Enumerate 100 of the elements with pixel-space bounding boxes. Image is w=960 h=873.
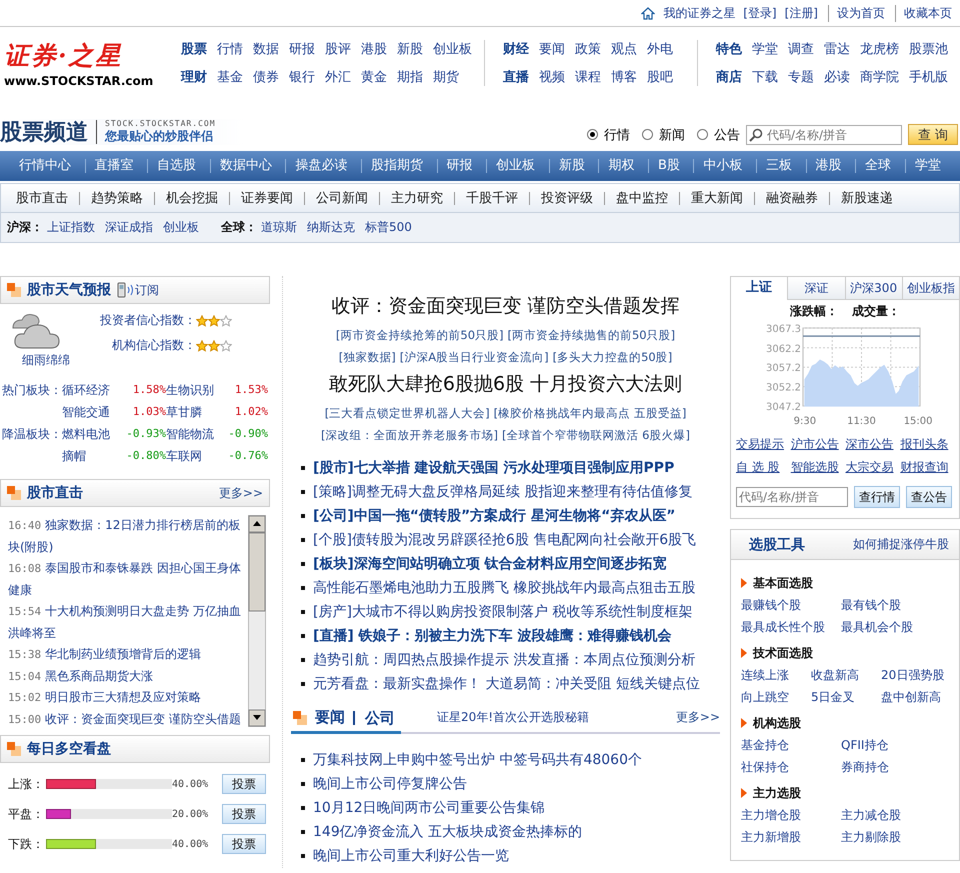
sector-link[interactable]: 智能交通 <box>62 401 120 423</box>
top-link[interactable]: 设为首页 <box>828 4 887 22</box>
nav-link[interactable]: 股票 <box>181 40 207 58</box>
news-link[interactable]: 16:40 独家数据：12日潜力排行榜居前的板块(附股) <box>8 515 246 558</box>
nav-link[interactable]: 盘中监控 <box>604 192 679 204</box>
news-link[interactable]: [直播] 铁娘子：别被主力洗下车 波段雄鹰：难得赚钱机会 <box>313 627 672 645</box>
nav-link[interactable]: 机会挖掘 <box>154 192 229 204</box>
nav-link[interactable]: 债券 <box>253 68 279 86</box>
related-link[interactable]: [独家数据] <box>338 346 396 368</box>
nav-link[interactable]: 下载 <box>752 68 778 86</box>
headline-link[interactable]: 敢死队大肆抢6股抛6股 十月投资六大法则 <box>291 370 720 398</box>
sector-link[interactable]: 摘帽 <box>62 445 120 467</box>
nav-link[interactable]: 商学院 <box>860 68 899 86</box>
quick-link[interactable]: 深市公告 <box>846 436 900 453</box>
radio-label[interactable]: 公告 <box>714 126 740 144</box>
related-link[interactable]: [橡胶价格挑战年内最高点 五股受益] <box>494 402 686 424</box>
scrollbar[interactable] <box>248 515 266 727</box>
tool-link[interactable]: 主力增仓股 <box>741 804 841 826</box>
nav-link[interactable]: 博客 <box>611 68 637 86</box>
index-link[interactable]: 道琼斯 <box>261 219 297 236</box>
related-link[interactable]: [沪深A股当日行业资金流向] <box>400 346 549 368</box>
tool-link[interactable]: 最有钱个股 <box>841 594 941 616</box>
more-link[interactable]: 更多>> <box>676 709 720 732</box>
nav-tab[interactable]: 直播室 <box>84 159 143 173</box>
nav-link[interactable]: 证券要闻 <box>229 192 304 204</box>
sector-link[interactable]: 循环经济 <box>62 379 120 401</box>
news-link[interactable]: 16:08 泰国股市和泰铢暴跌 因担心国王身体健康 <box>8 558 246 601</box>
nav-link[interactable]: 期货 <box>433 68 459 86</box>
nav-link[interactable]: 融资融券 <box>754 192 829 204</box>
tool-link[interactable]: 基金持仓 <box>741 734 841 756</box>
tool-link[interactable]: 5日金叉 <box>811 686 881 708</box>
nav-tab[interactable]: 自选股 <box>147 159 206 173</box>
nav-link[interactable]: 公司新闻 <box>304 192 379 204</box>
nav-tab[interactable]: 操盘必读 <box>285 159 356 173</box>
vote-button[interactable]: 投票 <box>222 834 266 854</box>
quick-link[interactable]: 自 选 股 <box>736 459 791 476</box>
tool-link[interactable]: 主力剔除股 <box>841 826 941 848</box>
market-tab[interactable]: 创业板指 <box>902 277 959 300</box>
radio-button[interactable] <box>587 129 598 140</box>
quick-link[interactable]: 智能选股 <box>790 459 846 476</box>
sector-link[interactable]: 生物识别 <box>166 379 222 401</box>
sector-link[interactable]: 智能物流 <box>166 423 222 445</box>
tool-link[interactable]: 最具成长性个股 <box>741 616 841 638</box>
nav-tab[interactable]: 期权 <box>598 159 644 173</box>
news-link[interactable]: 15:02 明日股市三大猜想及应对策略 <box>8 687 246 708</box>
nav-link[interactable]: 要闻 <box>539 40 565 58</box>
nav-link[interactable]: 股票池 <box>909 40 948 58</box>
search-button[interactable]: 查 询 <box>908 124 958 145</box>
nav-link[interactable]: 新股速递 <box>829 192 904 204</box>
vote-button[interactable]: 投票 <box>222 774 266 794</box>
nav-link[interactable]: 课程 <box>575 68 601 86</box>
tool-link[interactable]: 主力减仓股 <box>841 804 941 826</box>
search-field[interactable]: 代码/名称/拼音 <box>746 124 902 144</box>
nav-link[interactable]: 黄金 <box>361 68 387 86</box>
index-link[interactable]: 纳斯达克 <box>307 219 355 236</box>
sector-link[interactable]: 燃料电池 <box>62 423 120 445</box>
top-link[interactable]: 我的证券之星 <box>661 4 738 22</box>
index-link[interactable]: 标普500 <box>365 219 412 236</box>
news-link[interactable]: 元芳看盘：最新实盘操作！ 大道易简：冲关受阻 短线关键点位 <box>313 675 700 693</box>
nav-link[interactable]: 外电 <box>647 40 673 58</box>
related-link[interactable]: [深改组：全面放开养老服务市场] <box>321 424 498 446</box>
news-link[interactable]: [个股]债转股为混改另辟蹊径抢6股 售电配网向社会敞开6股飞 <box>313 531 696 549</box>
nav-tab[interactable]: 新股 <box>548 159 594 173</box>
nav-link[interactable]: 直播 <box>503 68 529 86</box>
nav-link[interactable]: 雷达 <box>824 40 850 58</box>
nav-link[interactable]: 新股 <box>397 40 423 58</box>
news-link[interactable]: 万集科技网上申购中签号出炉 中签号码共有48060个 <box>313 751 642 769</box>
subscribe-link[interactable]: 订阅 <box>135 282 159 298</box>
quick-link[interactable]: 沪市公告 <box>790 436 846 453</box>
tool-link[interactable]: 20日强势股 <box>881 664 960 686</box>
quick-link[interactable]: 报刊头条 <box>900 436 955 453</box>
nav-link[interactable]: 手机版 <box>909 68 948 86</box>
nav-tab[interactable]: 三板 <box>756 159 802 173</box>
nav-link[interactable]: 观点 <box>611 40 637 58</box>
quick-link[interactable]: 财报查询 <box>900 459 955 476</box>
news-link[interactable]: 15:04 黑色系商品期货大涨 <box>8 666 246 687</box>
news-link[interactable]: 晚间上市公司重大利好公告一览 <box>313 847 509 865</box>
news-link[interactable]: 149亿净资金流入 五大板块成资金热捧标的 <box>313 823 582 841</box>
news-link[interactable]: 晚间上市公司停复牌公告 <box>313 775 467 793</box>
nav-link[interactable]: 数据 <box>253 40 279 58</box>
top-link[interactable]: [登录] <box>741 4 779 22</box>
tool-link[interactable]: 社保持仓 <box>741 756 841 778</box>
news-link[interactable]: 高性能石墨烯电池助力五股腾飞 橡胶挑战年内最高点狙击五股 <box>313 579 696 597</box>
tool-link[interactable]: QFII持仓 <box>841 734 941 756</box>
related-link[interactable]: [两市资金持续抢筹的前50只股] <box>336 324 504 346</box>
nav-tab[interactable]: 创业板 <box>486 159 544 173</box>
radio-button[interactable] <box>697 129 708 140</box>
radio-label[interactable]: 新闻 <box>659 126 685 144</box>
news-link[interactable]: 15:54 十大机构预测明日大盘走势 万亿抽血洪峰将至 <box>8 601 246 644</box>
nav-link[interactable]: 期指 <box>397 68 423 86</box>
tool-link[interactable]: 连续上涨 <box>741 664 811 686</box>
nav-link[interactable]: 视频 <box>539 68 565 86</box>
nav-link[interactable]: 趋势策略 <box>79 192 154 204</box>
news-link[interactable]: [公司]中国一拖“债转股”方案成行 星河生物将“弃农从医” <box>313 507 676 525</box>
related-link[interactable]: [多头大力控盘的50股] <box>552 346 672 368</box>
nav-link[interactable]: 港股 <box>361 40 387 58</box>
nav-link[interactable]: 政策 <box>575 40 601 58</box>
sector-link[interactable]: 车联网 <box>166 445 222 467</box>
vote-button[interactable]: 投票 <box>222 804 266 824</box>
tool-link[interactable]: 收盘新高 <box>811 664 881 686</box>
